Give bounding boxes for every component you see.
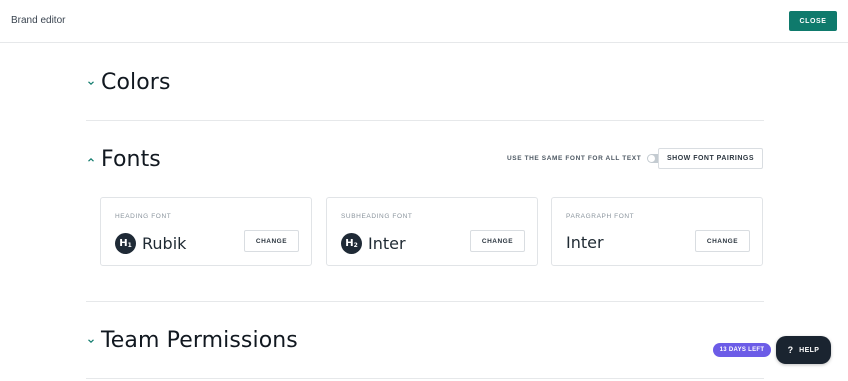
top-bar: Brand editor CLOSE bbox=[0, 0, 848, 43]
same-font-label: USE THE SAME FONT FOR ALL TEXT bbox=[507, 155, 642, 162]
trial-days-left-badge[interactable]: 13 DAYS LEFT bbox=[713, 343, 771, 357]
change-subheading-font-button[interactable]: CHANGE bbox=[470, 230, 525, 252]
font-name: Inter bbox=[368, 234, 406, 253]
chevron-down-icon bbox=[86, 336, 96, 346]
card-label: PARAGRAPH FONT bbox=[566, 213, 635, 220]
chevron-up-icon bbox=[86, 155, 96, 165]
same-font-setting: USE THE SAME FONT FOR ALL TEXT bbox=[507, 154, 666, 163]
section-header-colors[interactable]: Colors bbox=[86, 70, 171, 95]
divider bbox=[86, 120, 764, 121]
card-label: HEADING FONT bbox=[115, 213, 172, 220]
subheading-font-card: SUBHEADING FONT H2 Inter CHANGE bbox=[326, 197, 538, 266]
heading-font-card: HEADING FONT H1 Rubik CHANGE bbox=[100, 197, 312, 266]
chevron-down-icon bbox=[86, 78, 96, 88]
divider bbox=[86, 378, 764, 379]
heading-1-icon: H1 bbox=[115, 233, 136, 254]
heading-2-icon: H2 bbox=[341, 233, 362, 254]
section-title-fonts: Fonts bbox=[101, 147, 161, 172]
card-label: SUBHEADING FONT bbox=[341, 213, 413, 220]
toggle-knob bbox=[648, 155, 656, 162]
show-font-pairings-button[interactable]: SHOW FONT PAIRINGS bbox=[658, 148, 763, 169]
page-title: Brand editor bbox=[11, 15, 66, 26]
section-header-team-permissions[interactable]: Team Permissions bbox=[86, 328, 298, 353]
section-title-team-permissions: Team Permissions bbox=[101, 328, 298, 353]
change-heading-font-button[interactable]: CHANGE bbox=[244, 230, 299, 252]
help-button[interactable]: ? HELP bbox=[776, 336, 831, 364]
help-label: HELP bbox=[799, 346, 820, 354]
font-name: Inter bbox=[566, 233, 604, 252]
section-header-fonts[interactable]: Fonts bbox=[86, 147, 161, 172]
close-button[interactable]: CLOSE bbox=[789, 11, 837, 31]
question-icon: ? bbox=[787, 345, 794, 355]
change-paragraph-font-button[interactable]: CHANGE bbox=[695, 230, 750, 252]
font-name: Rubik bbox=[142, 234, 187, 253]
divider bbox=[86, 301, 764, 302]
paragraph-font-card: PARAGRAPH FONT Inter CHANGE bbox=[551, 197, 763, 266]
section-title-colors: Colors bbox=[101, 70, 171, 95]
